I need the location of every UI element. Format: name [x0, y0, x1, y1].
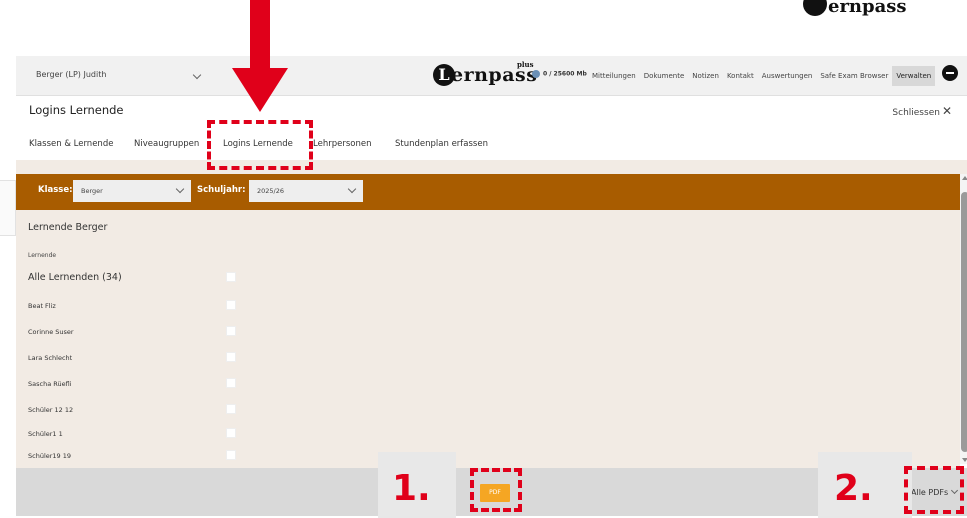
panel-heading: Lernende Berger	[28, 222, 108, 233]
list-item: Beat Fliz	[28, 300, 236, 324]
red-arrow-icon	[232, 0, 288, 112]
student-checkbox[interactable]	[226, 450, 236, 460]
student-name: Beat Fliz	[28, 302, 56, 310]
nav-item-safe-exam-browser[interactable]: Safe Exam Browser	[816, 66, 892, 86]
schuljahr-select-value: 2025/26	[257, 187, 285, 195]
chevron-down-icon	[175, 184, 185, 194]
column-header: Lernende	[28, 252, 57, 259]
nav-item-notizen[interactable]: Notizen	[688, 66, 723, 86]
svg-text:ernpass: ernpass	[828, 0, 907, 17]
scroll-thumb[interactable]	[961, 192, 967, 452]
student-checkbox[interactable]	[226, 378, 236, 388]
title-bar: Logins Lernende Schliessen ✕	[16, 98, 967, 126]
tab-bar: Klassen & Lernende Niveaugruppen Logins …	[16, 130, 967, 160]
klasse-select-value: Berger	[81, 187, 103, 195]
app-window: Berger (LP) Judith L ernpass plus 0 / 25…	[16, 56, 967, 516]
nav-item-auswertungen[interactable]: Auswertungen	[758, 66, 817, 86]
student-name: Sascha Rüefli	[28, 380, 72, 388]
background-app-panel	[0, 180, 16, 236]
schuljahr-select[interactable]: 2025/26	[249, 180, 363, 202]
scroll-down-icon[interactable]	[962, 458, 967, 462]
content-area: Lernende Berger Lernende Alle Lernenden …	[16, 210, 960, 468]
list-item: Lara Schlecht	[28, 352, 236, 376]
student-name: Corinne Suser	[28, 328, 74, 336]
close-icon: ✕	[941, 104, 952, 118]
storage-indicator: 0 / 25600 Mb	[532, 70, 587, 78]
step-2-label: 2.	[834, 468, 873, 509]
user-select[interactable]: Berger (LP) Judith	[28, 64, 208, 88]
main-nav: Mitteilungen Dokumente Notizen Kontakt A…	[588, 66, 936, 86]
student-name: Schüler1 1	[28, 430, 63, 438]
scroll-up-icon[interactable]	[962, 176, 967, 180]
brand-logo: L ernpass plus	[433, 60, 543, 90]
student-checkbox[interactable]	[226, 300, 236, 310]
tab-niveaugruppen[interactable]: Niveaugruppen	[134, 139, 199, 149]
student-name: Lara Schlecht	[28, 354, 73, 362]
list-item: Schüler 12 12	[28, 404, 236, 428]
list-item: Schüler1 1	[28, 428, 236, 452]
student-name: Schüler19 19	[28, 452, 72, 460]
klasse-select[interactable]: Berger	[73, 180, 191, 202]
nav-item-kontakt[interactable]: Kontakt	[723, 66, 758, 86]
page-title: Logins Lernende	[29, 103, 124, 117]
storage-icon	[532, 70, 540, 78]
student-checkbox[interactable]	[226, 404, 236, 414]
student-checkbox[interactable]	[226, 352, 236, 362]
filter-bar: Klasse: Berger Schuljahr: 2025/26	[16, 174, 960, 210]
logout-icon[interactable]	[942, 65, 958, 81]
klasse-label: Klasse:	[38, 185, 73, 195]
tab-lehrpersonen[interactable]: Lehrpersonen	[313, 139, 371, 149]
highlight-box-logins-tab	[207, 120, 313, 170]
storage-text: 0 / 25600 Mb	[543, 70, 587, 78]
student-checkbox[interactable]	[226, 326, 236, 336]
schuljahr-label: Schuljahr:	[197, 185, 246, 195]
highlight-box-alle-pdfs	[904, 466, 964, 514]
chevron-down-icon	[192, 70, 202, 80]
nav-item-dokumente[interactable]: Dokumente	[640, 66, 689, 86]
nav-item-verwalten[interactable]: Verwalten	[892, 66, 936, 86]
separator-band	[16, 160, 967, 174]
list-item: Sascha Rüefli	[28, 378, 236, 402]
tab-klassen-lernende[interactable]: Klassen & Lernende	[29, 139, 113, 149]
chevron-down-icon	[347, 184, 357, 194]
list-item: Corinne Suser	[28, 326, 236, 350]
select-all-checkbox[interactable]	[226, 272, 236, 282]
step-1-label: 1.	[392, 468, 431, 509]
nav-item-mitteilungen[interactable]: Mitteilungen	[588, 66, 640, 86]
close-button[interactable]: Schliessen ✕	[892, 104, 952, 118]
brand-superscript: plus	[517, 60, 534, 69]
student-name: Schüler 12 12	[28, 406, 74, 414]
highlight-box-pdf	[470, 468, 522, 512]
corner-logo-fragment: ernpass	[803, 0, 907, 17]
top-bar: Berger (LP) Judith L ernpass plus 0 / 25…	[16, 56, 967, 96]
list-item-all: Alle Lernenden (34)	[28, 272, 236, 296]
scrollbar[interactable]	[960, 174, 967, 464]
all-students-label: Alle Lernenden (34)	[28, 272, 122, 283]
tab-stundenplan-erfassen[interactable]: Stundenplan erfassen	[395, 139, 488, 149]
user-select-value: Berger (LP) Judith	[36, 70, 107, 79]
close-label: Schliessen	[892, 108, 940, 118]
student-checkbox[interactable]	[226, 428, 236, 438]
